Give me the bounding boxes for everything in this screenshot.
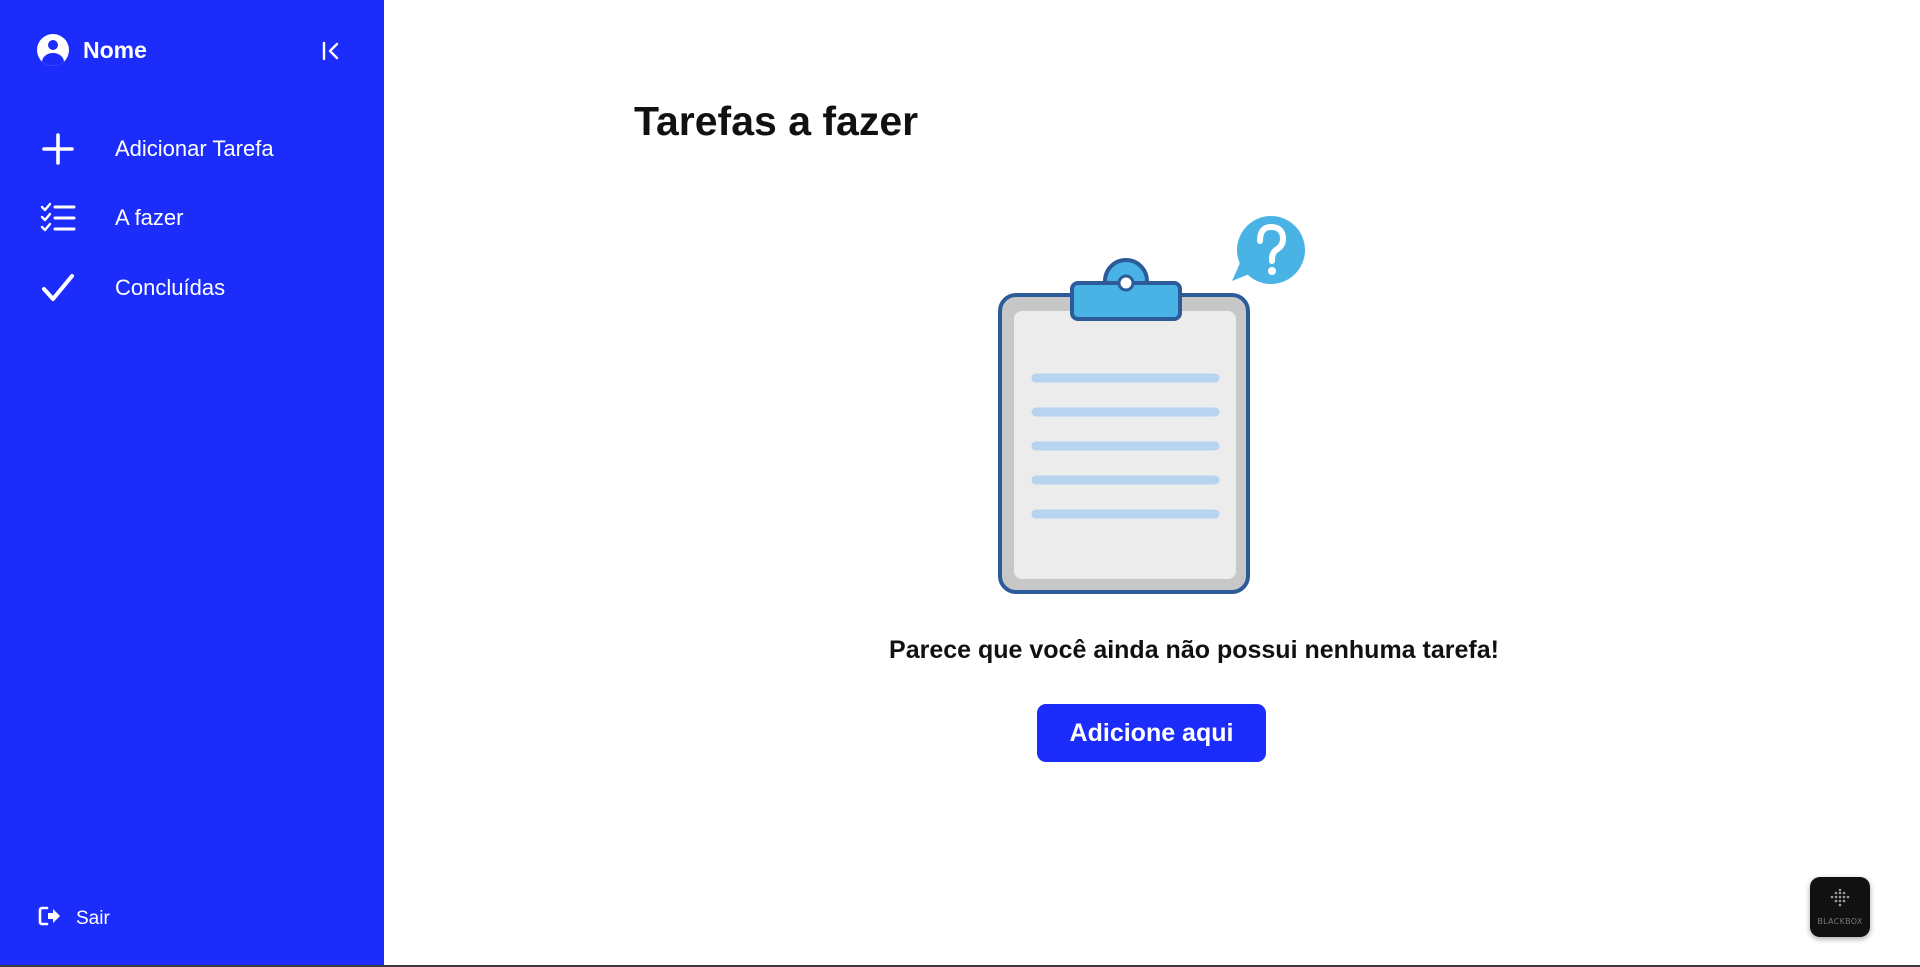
plus-icon: [40, 131, 76, 167]
sidebar-item-add-task[interactable]: Adicionar Tarefa: [0, 121, 384, 177]
blackbox-widget-button[interactable]: BLACKBOX: [1810, 877, 1870, 937]
check-icon: [40, 270, 76, 306]
avatar-icon: [37, 34, 69, 66]
blackbox-label: BLACKBOX: [1817, 917, 1863, 926]
checklist-icon: [40, 200, 76, 236]
app-root: Nome Adicionar Tarefa A fazer Concluídas…: [0, 0, 1920, 967]
sidebar-item-label: A fazer: [115, 205, 184, 230]
logout-icon: [38, 905, 62, 932]
sidebar-item-todo[interactable]: A fazer: [0, 190, 384, 246]
empty-message: Parece que você ainda não possui nenhuma…: [889, 636, 1499, 664]
logout-label: Sair: [76, 907, 110, 929]
sidebar-item-label: Concluídas: [115, 275, 226, 300]
empty-clipboard-illustration: [994, 213, 1314, 597]
sidebar: Nome Adicionar Tarefa A fazer Concluídas…: [0, 0, 384, 965]
add-task-button[interactable]: Adicione aqui: [1037, 704, 1266, 762]
empty-state: Parece que você ainda não possui nenhuma…: [384, 636, 1920, 668]
profile-name: Nome: [83, 36, 147, 63]
question-bubble-icon: [1232, 216, 1305, 284]
blackbox-logo-icon: [1827, 888, 1853, 915]
page-title: Tarefas a fazer: [634, 98, 919, 144]
logout-button[interactable]: Sair: [38, 905, 110, 932]
sidebar-item-completed[interactable]: Concluídas: [0, 260, 384, 316]
sidebar-item-label: Adicionar Tarefa: [115, 136, 274, 161]
profile[interactable]: Nome: [37, 34, 147, 66]
collapse-sidebar-icon[interactable]: [318, 38, 344, 64]
